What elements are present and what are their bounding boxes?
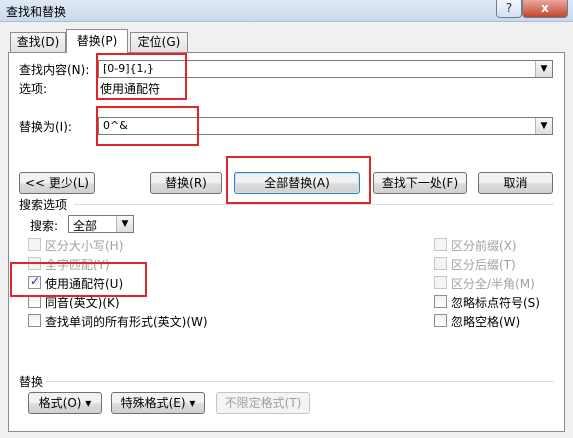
- options-value: 使用通配符: [100, 82, 161, 96]
- find-what-combo[interactable]: [0-9]{1,} ▼: [98, 60, 553, 78]
- match-case-checkbox[interactable]: [28, 238, 41, 251]
- replace-button[interactable]: 替换(R): [150, 172, 222, 194]
- ignore-whitespace-checkbox[interactable]: [434, 314, 447, 327]
- cancel-button[interactable]: 取消: [478, 172, 553, 194]
- all-word-forms-label: 查找单词的所有形式(英文)(W): [45, 315, 208, 329]
- match-case-label: 区分大小写(H): [45, 239, 124, 253]
- help-button[interactable]: ?: [496, 0, 522, 18]
- replace-with-label: 替换为(I):: [19, 120, 72, 134]
- find-what-label: 查找内容(N):: [19, 63, 90, 77]
- search-options-divider: [74, 204, 554, 205]
- use-wildcards-checkbox[interactable]: ✓: [28, 274, 41, 289]
- search-options-title: 搜索选项: [19, 198, 68, 212]
- format-button[interactable]: 格式(O) ▾: [28, 392, 102, 414]
- tab-goto[interactable]: 定位(G): [130, 32, 188, 52]
- tab-find[interactable]: 查找(D): [10, 32, 66, 52]
- find-what-value: [0-9]{1,}: [103, 62, 155, 75]
- match-width-checkbox[interactable]: [434, 276, 447, 289]
- match-prefix-checkbox[interactable]: [434, 238, 447, 251]
- window-title: 查找和替换: [6, 5, 67, 19]
- whole-word-label: 全字匹配(Y): [45, 258, 110, 272]
- sounds-like-checkbox[interactable]: [28, 295, 41, 308]
- search-direction-select[interactable]: 全部 ▼: [68, 215, 134, 233]
- whole-word-checkbox[interactable]: [28, 257, 41, 270]
- match-width-label: 区分全/半角(M): [451, 277, 535, 291]
- chevron-down-icon[interactable]: ▼: [116, 216, 133, 232]
- no-formatting-button: 不限定格式(T): [216, 392, 310, 414]
- options-label: 选项:: [19, 82, 48, 96]
- sounds-like-label: 同音(英文)(K): [45, 296, 120, 310]
- less-button[interactable]: << 更少(L): [19, 172, 95, 194]
- replace-all-button[interactable]: 全部替换(A): [234, 172, 360, 194]
- use-wildcards-label: 使用通配符(U): [45, 277, 124, 291]
- match-prefix-label: 区分前缀(X): [451, 239, 517, 253]
- ignore-punctuation-label: 忽略标点符号(S): [451, 296, 540, 310]
- tab-replace[interactable]: 替换(P): [66, 29, 128, 53]
- search-direction-label: 搜索:: [30, 219, 59, 233]
- match-suffix-checkbox[interactable]: [434, 257, 447, 270]
- all-word-forms-checkbox[interactable]: [28, 314, 41, 327]
- close-button[interactable]: x: [522, 0, 568, 18]
- chevron-down-icon[interactable]: ▼: [535, 61, 552, 77]
- replace-section-divider: [46, 381, 554, 382]
- replace-with-combo[interactable]: 0^& ▼: [98, 117, 553, 135]
- checkmark-icon: ✓: [30, 274, 41, 288]
- special-format-button[interactable]: 特殊格式(E) ▾: [111, 392, 205, 414]
- match-suffix-label: 区分后缀(T): [451, 258, 516, 272]
- search-direction-value: 全部: [73, 219, 98, 233]
- replace-section-title: 替换: [19, 375, 44, 389]
- ignore-whitespace-label: 忽略空格(W): [451, 315, 521, 329]
- chevron-down-icon[interactable]: ▼: [535, 118, 552, 134]
- ignore-punctuation-checkbox[interactable]: [434, 295, 447, 308]
- title-bar[interactable]: [0, 0, 573, 22]
- find-next-button[interactable]: 查找下一处(F): [373, 172, 467, 194]
- replace-with-value: 0^&: [103, 119, 128, 132]
